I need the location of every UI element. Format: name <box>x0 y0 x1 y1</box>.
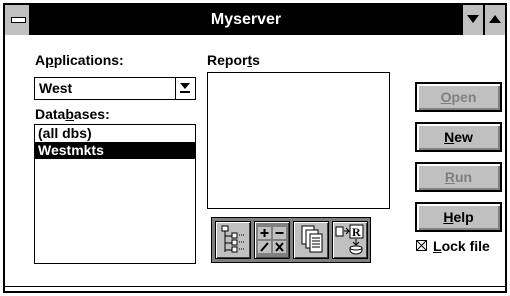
checkbox-checked-icon[interactable] <box>416 240 427 251</box>
window-title: Myserver <box>210 11 282 28</box>
calculator-ops-icon[interactable] <box>254 221 290 259</box>
maximize-button[interactable] <box>483 5 505 35</box>
status-divider <box>5 286 505 291</box>
reports-label: Reports <box>207 52 260 68</box>
dialog-window: Myserver Applications: West Databases: (… <box>3 3 507 293</box>
lock-file-label: Lock file <box>433 238 490 254</box>
list-item-selected[interactable]: Westmkts <box>35 142 195 159</box>
report-toolbar: R <box>211 217 371 263</box>
applications-selected-value: West <box>39 80 73 96</box>
report-export-icon[interactable]: R <box>332 221 368 259</box>
title-bar[interactable]: Myserver <box>5 5 505 35</box>
new-button[interactable]: New <box>415 122 502 152</box>
applications-dropdown[interactable]: West <box>34 77 196 100</box>
open-button[interactable]: Open <box>415 82 502 112</box>
help-button[interactable]: Help <box>415 202 502 232</box>
databases-label: Databases: <box>35 106 110 122</box>
minimize-button[interactable] <box>461 5 483 35</box>
chevron-down-icon[interactable] <box>175 78 195 99</box>
databases-list[interactable]: (all dbs) Westmkts <box>34 124 196 264</box>
reports-list[interactable] <box>207 72 390 209</box>
svg-text:R: R <box>352 225 361 239</box>
system-menu-icon[interactable] <box>5 5 31 35</box>
copy-pages-icon[interactable] <box>293 221 329 259</box>
applications-label: Applications: <box>35 52 124 68</box>
list-item[interactable]: (all dbs) <box>35 125 195 142</box>
run-button[interactable]: Run <box>415 162 502 192</box>
outline-tree-icon[interactable] <box>215 221 251 259</box>
